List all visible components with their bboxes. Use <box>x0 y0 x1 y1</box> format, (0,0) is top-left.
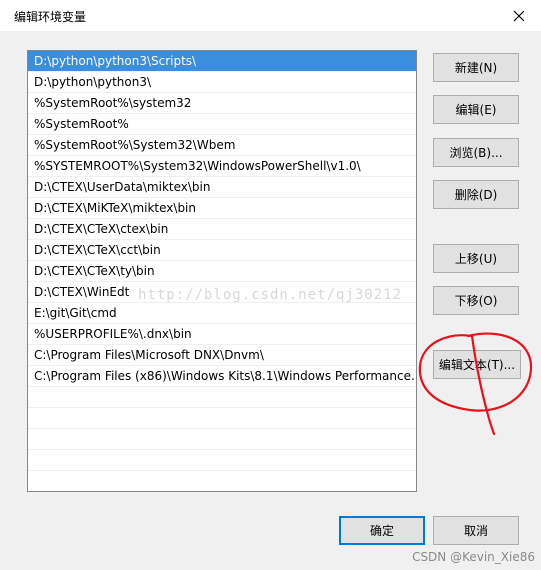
window-title: 编辑环境变量 <box>14 10 87 24</box>
list-item[interactable]: D:\python\python3\ <box>28 72 416 93</box>
edit-text-button[interactable]: 编辑文本(T)... <box>433 350 521 379</box>
list-item[interactable]: D:\CTEX\CTeX\cct\bin <box>28 240 416 261</box>
ok-button[interactable]: 确定 <box>339 516 425 545</box>
list-item[interactable]: D:\CTEX\UserData\miktex\bin <box>28 177 416 198</box>
empty-list-row <box>28 450 416 471</box>
list-item[interactable]: D:\CTEX\CTeX\ty\bin <box>28 261 416 282</box>
list-item[interactable]: %SystemRoot% <box>28 114 416 135</box>
cancel-button[interactable]: 取消 <box>433 516 519 545</box>
delete-button[interactable]: 删除(D) <box>433 180 519 209</box>
list-item[interactable]: %SystemRoot%\System32\Wbem <box>28 135 416 156</box>
empty-list-row <box>28 471 416 491</box>
close-icon <box>513 10 525 22</box>
list-item[interactable]: D:\python\python3\Scripts\ <box>28 51 416 72</box>
move-down-button[interactable]: 下移(O) <box>433 286 519 315</box>
list-item[interactable]: %SYSTEMROOT%\System32\WindowsPowerShell\… <box>28 156 416 177</box>
move-up-button[interactable]: 上移(U) <box>433 244 519 273</box>
empty-list-row <box>28 408 416 429</box>
list-item[interactable]: %SystemRoot%\system32 <box>28 93 416 114</box>
empty-list-row <box>28 429 416 450</box>
path-list[interactable]: D:\python\python3\Scripts\ D:\python\pyth… <box>27 50 417 492</box>
list-item[interactable]: D:\CTEX\MiKTeX\miktex\bin <box>28 198 416 219</box>
list-item[interactable]: D:\CTEX\WinEdt <box>28 282 416 303</box>
edit-env-var-dialog: 编辑环境变量 D:\python\python3\Scripts\ D:\pyth… <box>0 0 541 570</box>
edit-button[interactable]: 编辑(E) <box>433 95 519 124</box>
list-item[interactable]: %USERPROFILE%\.dnx\bin <box>28 324 416 345</box>
list-item[interactable]: D:\CTEX\CTeX\ctex\bin <box>28 219 416 240</box>
browse-button[interactable]: 浏览(B)... <box>433 138 519 167</box>
list-item[interactable]: C:\Program Files (x86)\Windows Kits\8.1\… <box>28 366 416 387</box>
new-button[interactable]: 新建(N) <box>433 53 519 82</box>
empty-list-row <box>28 387 416 408</box>
title-bar: 编辑环境变量 <box>0 0 541 31</box>
list-item[interactable]: E:\git\Git\cmd <box>28 303 416 324</box>
close-button[interactable] <box>505 4 533 28</box>
csdn-credit: CSDN @Kevin_Xie86 <box>412 550 535 564</box>
list-item[interactable]: C:\Program Files\Microsoft DNX\Dnvm\ <box>28 345 416 366</box>
